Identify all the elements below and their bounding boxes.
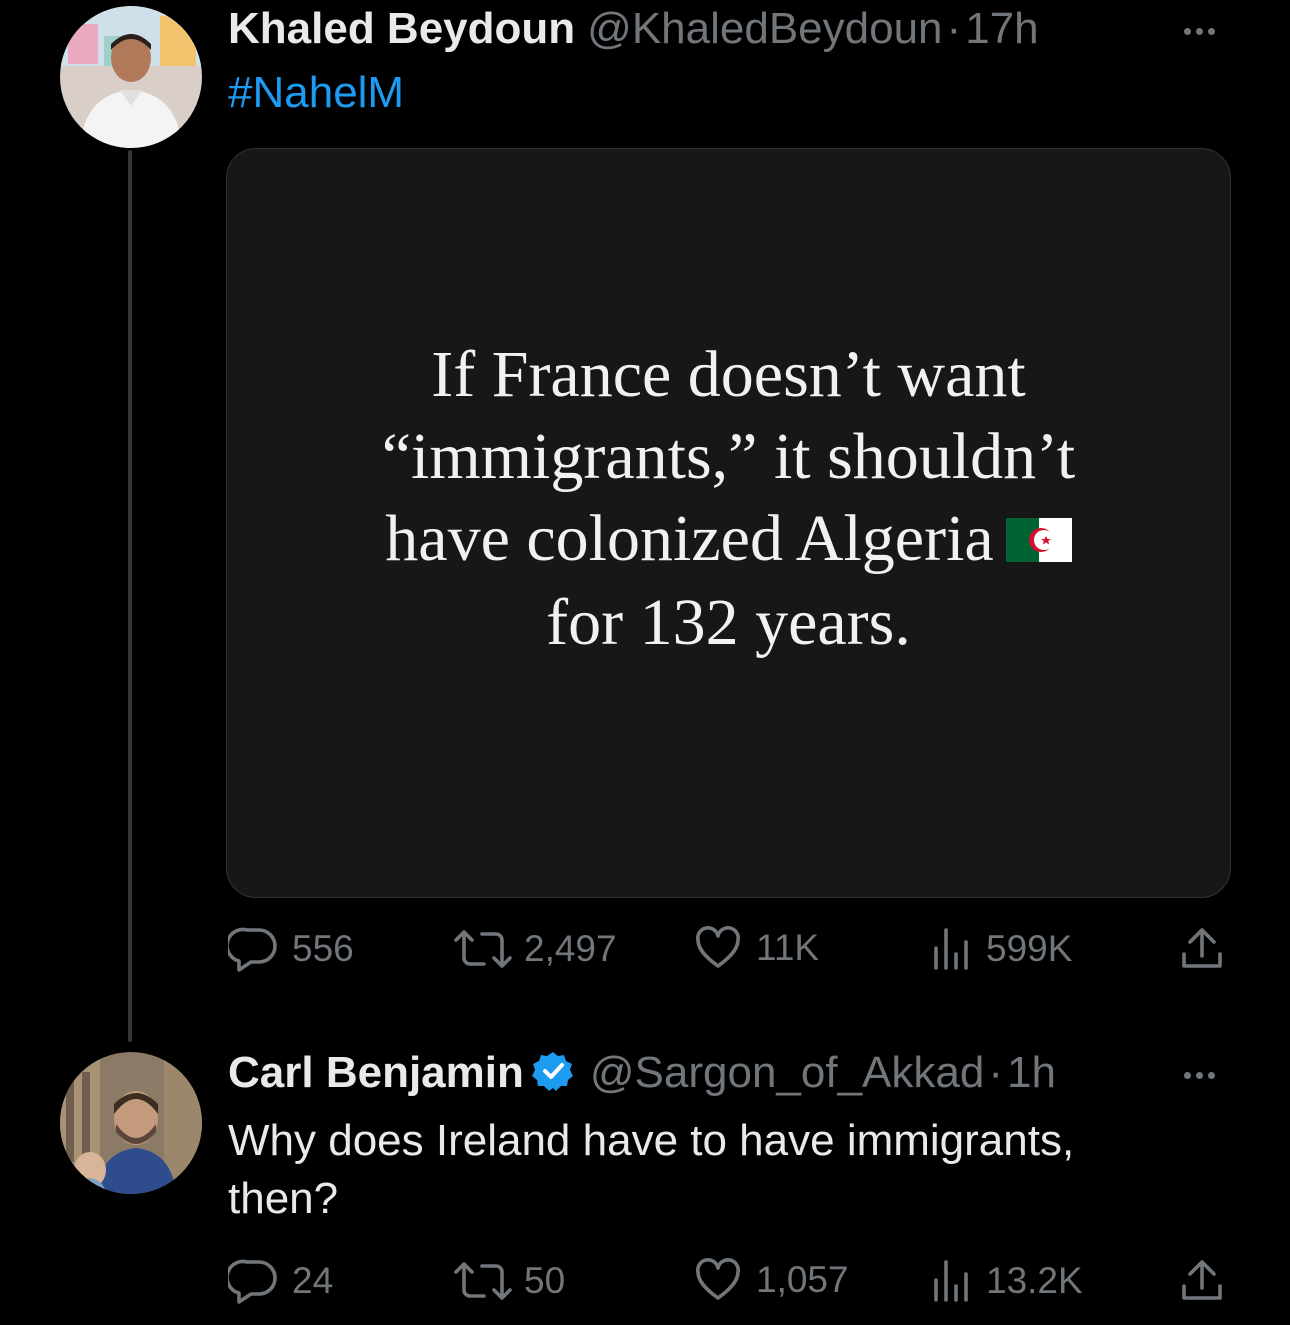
author-name[interactable]: Khaled Beydoun (228, 4, 575, 54)
share-button[interactable] (1180, 926, 1224, 972)
avatar-carl-benjamin[interactable] (60, 1052, 202, 1194)
quote-line-with-flag: have colonized Algeria (382, 498, 1076, 582)
reply-author-handle[interactable]: @Sargon_of_Akkad (590, 1048, 984, 1098)
quote-line: have colonized Algeria (385, 502, 994, 576)
retweet-count: 2,497 (524, 928, 617, 969)
like-count: 1,057 (756, 1259, 849, 1300)
share-icon (1182, 1260, 1222, 1300)
like-icon (696, 926, 740, 968)
like-icon (696, 1258, 740, 1300)
retweet-icon (454, 930, 512, 968)
like-button[interactable]: 11K (694, 926, 819, 970)
views-count: 599K (986, 928, 1073, 969)
quote-line: for 132 years. (546, 585, 911, 659)
retweet-button[interactable]: 50 (452, 1258, 565, 1304)
avatar-khaled-beydoun[interactable] (60, 6, 202, 148)
author-handle[interactable]: @KhaledBeydoun (587, 4, 942, 54)
tweet-media-image[interactable]: If France doesn’t want “immigrants,” it … (226, 148, 1231, 898)
reply-time[interactable]: 1h (1007, 1048, 1056, 1098)
reply-author-name[interactable]: Carl Benjamin (228, 1048, 524, 1098)
retweet-button[interactable]: 2,497 (452, 926, 617, 972)
verified-badge-icon (531, 1050, 574, 1097)
tweet-time[interactable]: 17h (965, 4, 1038, 54)
reply-icon (228, 927, 277, 972)
reply-count: 24 (292, 1260, 334, 1301)
reply-button[interactable]: 24 (228, 1258, 333, 1304)
views-count: 13.2K (986, 1260, 1083, 1301)
quote-line: If France doesn’t want (431, 338, 1026, 412)
thread-connector-line (128, 150, 132, 1042)
reply-count: 556 (292, 928, 354, 969)
more-icon[interactable] (1184, 1072, 1215, 1079)
image-quote-text: If France doesn’t want “immigrants,” it … (382, 334, 1076, 664)
reply-text: Why does Ireland have to have immigrants… (228, 1116, 1075, 1224)
reply-button[interactable]: 556 (228, 926, 354, 972)
views-icon (934, 1260, 968, 1302)
reply-header: Carl Benjamin @Sargon_of_Akkad · 1h (228, 1048, 1056, 1098)
more-icon[interactable] (1184, 28, 1215, 35)
views-icon (934, 928, 968, 970)
share-icon (1182, 928, 1222, 968)
like-count: 11K (756, 927, 820, 968)
separator-dot: · (988, 1048, 1004, 1097)
views-button[interactable]: 13.2K (932, 1258, 1083, 1304)
share-button[interactable] (1180, 1258, 1224, 1304)
retweet-count: 50 (524, 1260, 566, 1301)
algeria-flag-icon (1005, 500, 1072, 582)
like-button[interactable]: 1,057 (694, 1258, 849, 1302)
views-button[interactable]: 599K (932, 926, 1072, 972)
hashtag-link[interactable]: #NahelM (228, 68, 404, 118)
quote-line: “immigrants,” it shouldn’t (381, 420, 1076, 494)
retweet-icon (454, 1262, 512, 1300)
reply-icon (228, 1259, 277, 1304)
tweet-header: Khaled Beydoun @KhaledBeydoun · 17h (228, 4, 1039, 54)
separator-dot: · (946, 4, 962, 53)
